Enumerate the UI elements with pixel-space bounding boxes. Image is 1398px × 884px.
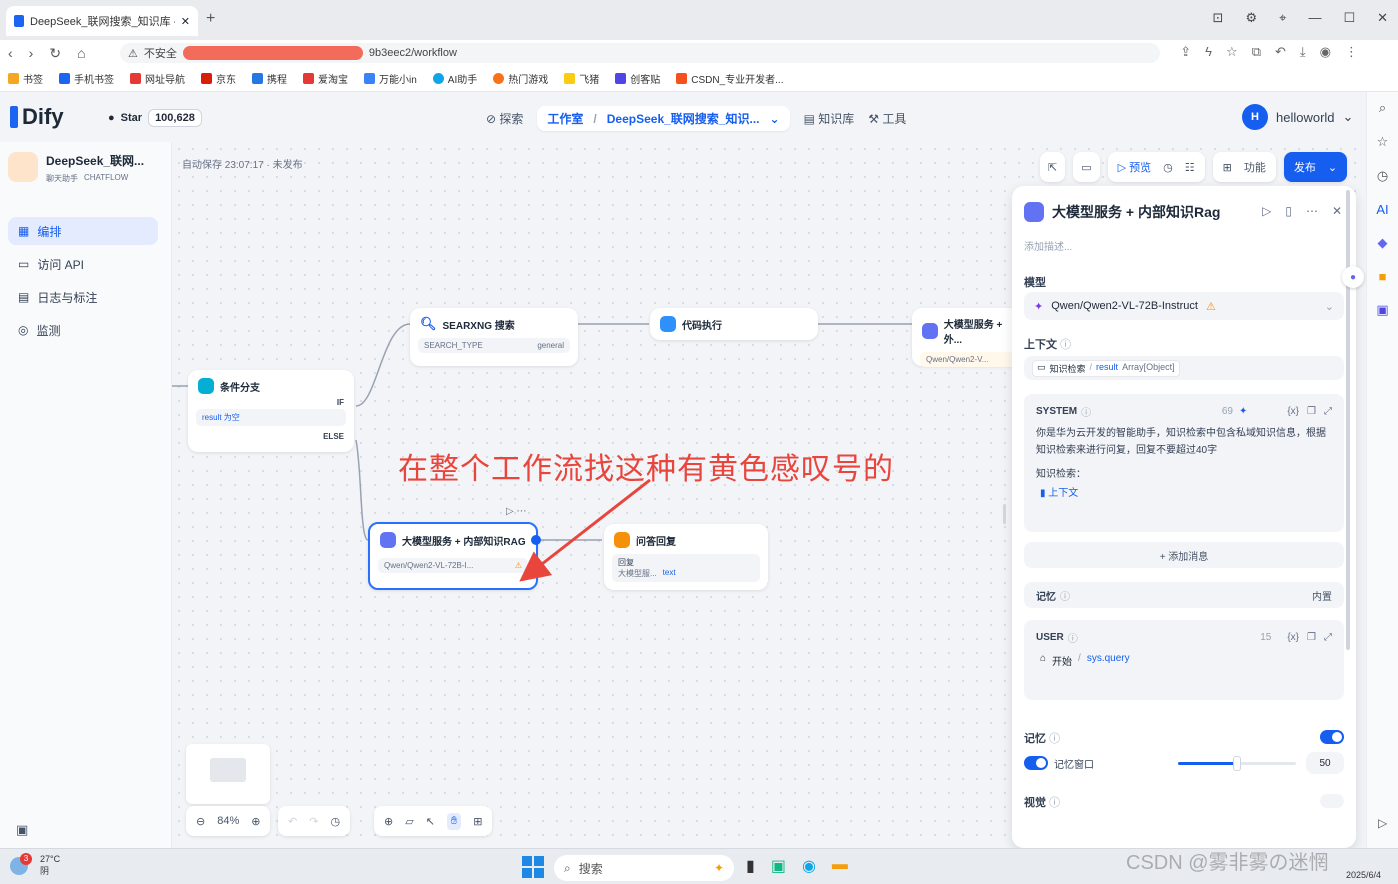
- kb-ref: ▮ 上下文: [1040, 488, 1079, 499]
- var-icon[interactable]: {x}: [1287, 406, 1299, 417]
- system-prompt[interactable]: SYSTEM ⓘ 69 ✦ {x} ❐ ⤢ 你是华为云开发的智能助手，知识检索中…: [1024, 394, 1344, 532]
- help-icon: ⓘ: [1081, 408, 1092, 419]
- system-header: SYSTEM ⓘ 69 ✦ {x} ❐ ⤢: [1036, 406, 1332, 419]
- user-header: USER ⓘ 15 {x} ❐ ⤢: [1036, 632, 1332, 645]
- context-tag: ▭ 知识检索 / result Array[Object]: [1032, 359, 1180, 377]
- zoom-toolbar: ⊖ 84% ⊕: [186, 806, 271, 836]
- home-icon: ⌂: [1040, 653, 1047, 664]
- vision-label: 视觉 ⓘ: [1024, 797, 1061, 809]
- game-icon[interactable]: ◆: [1378, 235, 1388, 251]
- weather-icon: 3: [10, 852, 32, 875]
- zoom-in-icon[interactable]: ⊕: [251, 815, 260, 828]
- slider-fill: [1178, 762, 1237, 765]
- undo-icon[interactable]: ↶: [288, 815, 297, 828]
- help-icon: ⓘ: [1067, 634, 1078, 645]
- zoom-out-icon[interactable]: ⊖: [196, 815, 205, 828]
- note-icon[interactable]: ▱: [405, 815, 413, 828]
- memory-window-input[interactable]: 50: [1306, 752, 1344, 774]
- user-var: ⌂ 开始 / sys.query: [1040, 653, 1130, 668]
- kb-label: 知识检索：: [1036, 469, 1086, 480]
- weather-widget[interactable]: 3 27°C 阴: [10, 852, 60, 877]
- briefcase-icon[interactable]: ■: [1379, 269, 1387, 284]
- expand-icon[interactable]: ⤢: [1324, 406, 1332, 417]
- layout-icon[interactable]: ⊞: [473, 815, 482, 828]
- clock-date: 2025/6/4: [1346, 870, 1382, 880]
- memory-row: 记忆 ⓘ 内置: [1024, 582, 1344, 608]
- help-icon: ⓘ: [1060, 591, 1070, 603]
- expand-rail-icon[interactable]: ▷: [1378, 816, 1387, 830]
- history-icon[interactable]: ◷: [1377, 168, 1388, 184]
- panel-actions: ▷ ▯ ⋯ ✕: [1262, 204, 1342, 218]
- history-toolbar: ↶ ↷ ◷: [278, 806, 351, 836]
- pointer-icon[interactable]: ↖: [426, 815, 435, 828]
- system-count: 69: [1221, 406, 1233, 417]
- search-icon: ⌕: [564, 860, 571, 875]
- model-value: Qwen/Qwen2-VL-72B-Instruct: [1051, 300, 1198, 312]
- sparkle-icon: ✦: [713, 861, 724, 875]
- model-label: 模型: [1024, 277, 1046, 289]
- help-book-icon[interactable]: ▯: [1285, 204, 1292, 218]
- llm-icon: [1024, 202, 1044, 222]
- expand-icon[interactable]: ⤢: [1324, 632, 1332, 643]
- system-text: 你是华为云开发的智能助手，知识检索中包含私域知识信息，根据知识检索来进行问复，回…: [1036, 428, 1326, 456]
- add-block-icon[interactable]: ⊕: [384, 815, 393, 828]
- warning-icon: ⚠: [1205, 300, 1216, 313]
- wechat-icon[interactable]: ▣: [771, 856, 786, 876]
- run-icon[interactable]: ▷: [1262, 204, 1271, 218]
- user-prompt[interactable]: USER ⓘ 15 {x} ❐ ⤢ ⌂ 开始 / sys.query: [1024, 620, 1344, 700]
- favorites-icon[interactable]: ☆: [1377, 134, 1389, 150]
- vision-toggle[interactable]: [1320, 794, 1344, 808]
- panel-title[interactable]: 大模型服务 + 内部知识Rag: [1052, 202, 1220, 222]
- context-label: 上下文 ⓘ: [1024, 339, 1072, 351]
- minimap-viewport: [210, 758, 246, 782]
- weather-badge: 3: [20, 852, 32, 865]
- panel-scrollbar[interactable]: [1346, 190, 1350, 650]
- task-view-icon[interactable]: ▮: [746, 856, 755, 876]
- generate-icon[interactable]: ✦: [1239, 406, 1247, 417]
- taskbar-apps: ▮ ▣ ◉ ▬: [746, 856, 848, 876]
- zoom-level[interactable]: 84%: [217, 815, 239, 827]
- browser-side-rail: ⌕ ☆ ◷ AI ◆ ■ ▣: [1366, 92, 1398, 848]
- more-icon[interactable]: ⋯: [1306, 204, 1318, 218]
- node-config-panel: 大模型服务 + 内部知识Rag ▷ ▯ ⋯ ✕ 添加描述... 模型 ✦ Qwe…: [1012, 186, 1356, 848]
- slider-handle[interactable]: [1233, 756, 1241, 771]
- file-explorer-icon[interactable]: ▬: [832, 856, 848, 876]
- help-icon: ⓘ: [1060, 339, 1072, 351]
- chevron-down-icon: ⌄: [1324, 300, 1334, 313]
- model-select[interactable]: ✦ Qwen/Qwen2-VL-72B-Instruct ⚠ ⌄: [1024, 292, 1344, 320]
- minimap[interactable]: [186, 744, 270, 804]
- browser-app-icon[interactable]: ◉: [802, 856, 816, 876]
- history-icon[interactable]: ◷: [330, 815, 340, 828]
- context-var[interactable]: ▭ 知识检索 / result Array[Object]: [1024, 356, 1344, 380]
- help-icon: ⓘ: [1049, 733, 1061, 745]
- windows-start-icon[interactable]: [522, 856, 544, 878]
- watermark: CSDN @雾非雾の迷惘: [1126, 852, 1329, 874]
- memory-toggle[interactable]: [1320, 730, 1344, 744]
- memory-window-toggle[interactable]: [1024, 756, 1048, 770]
- arrow-to-warning: [519, 478, 651, 582]
- memory-window-label: 记忆窗口: [1054, 760, 1094, 771]
- taskbar-search[interactable]: ⌕ 搜索 ✦: [554, 855, 734, 881]
- translate-float-icon[interactable]: ●: [1342, 266, 1364, 288]
- copy-icon[interactable]: ❐: [1307, 406, 1316, 417]
- panel-resize-handle[interactable]: [1003, 504, 1006, 524]
- translate-icon[interactable]: ▣: [1376, 302, 1388, 318]
- var-icon[interactable]: {x}: [1287, 632, 1299, 643]
- add-description[interactable]: 添加描述...: [1024, 238, 1072, 253]
- help-icon: ⓘ: [1049, 797, 1061, 809]
- kb-retrieval-icon: ▭: [1037, 361, 1046, 372]
- memory2-label: 记忆 ⓘ: [1024, 733, 1061, 745]
- qwen-icon: ✦: [1034, 300, 1044, 313]
- hand-icon[interactable]: ✋︎: [446, 812, 462, 830]
- copy-icon[interactable]: ❐: [1307, 632, 1316, 643]
- redo-icon[interactable]: ↷: [309, 815, 318, 828]
- tool-toolbar: ⊕ ▱ ↖ ✋︎ ⊞: [374, 806, 493, 836]
- search-icon[interactable]: ⌕: [1379, 100, 1386, 116]
- close-icon[interactable]: ✕: [1332, 204, 1342, 218]
- panel-header: 大模型服务 + 内部知识Rag: [1024, 202, 1220, 222]
- memory-window-slider[interactable]: [1178, 756, 1296, 771]
- add-message-button[interactable]: + 添加消息: [1024, 542, 1344, 568]
- ai-icon[interactable]: AI: [1376, 202, 1388, 217]
